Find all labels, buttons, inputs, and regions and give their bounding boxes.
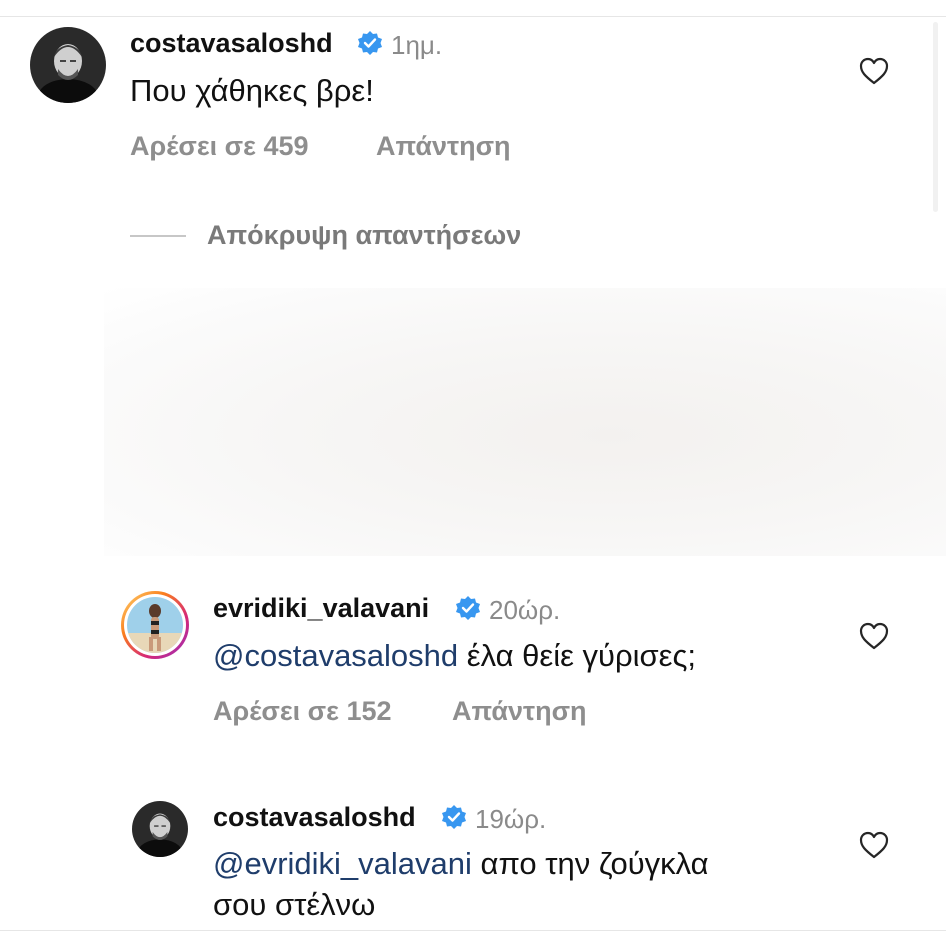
heart-outline-icon[interactable] (859, 57, 889, 85)
comment-text: @evridiki_valavani απο την ζούγκλα (213, 843, 709, 885)
mention-link[interactable]: @costavasaloshd (213, 638, 458, 673)
avatar-evridiki-valavani[interactable] (121, 591, 189, 659)
comment-text: @costavasaloshd έλα θείε γύρισες; (213, 635, 696, 677)
hide-replies-button[interactable]: Απόκρυψη απαντήσεων (207, 220, 521, 251)
comment-time: 19ώρ. (475, 804, 547, 834)
comment-likes[interactable]: Αρέσει σε 152 (213, 696, 392, 727)
reply-button[interactable]: Απάντηση (452, 696, 587, 727)
bottom-divider (0, 930, 946, 931)
reply-button[interactable]: Απάντηση (376, 131, 511, 162)
verified-badge-icon (456, 596, 480, 620)
top-divider (0, 16, 946, 17)
avatar-costavasaloshd[interactable] (132, 801, 188, 857)
comment-time: 1ημ. (391, 30, 443, 60)
hide-replies-divider (130, 235, 186, 237)
heart-outline-icon[interactable] (859, 831, 889, 859)
comment-text-body: έλα θείε γύρισες; (458, 638, 697, 673)
verified-badge-icon (442, 805, 466, 829)
comment-text-line2: σου στέλνω (213, 887, 376, 922)
comment-likes[interactable]: Αρέσει σε 459 (130, 131, 309, 162)
blurred-region (104, 288, 946, 556)
comment-username[interactable]: costavasaloshd (130, 28, 333, 59)
comment-username[interactable]: costavasaloshd (213, 802, 416, 833)
verified-badge-icon (358, 31, 382, 55)
comment-text: Που χάθηκες βρε! (130, 73, 374, 108)
mention-link[interactable]: @evridiki_valavani (213, 846, 472, 881)
heart-outline-icon[interactable] (859, 622, 889, 650)
comment-time: 20ώρ. (489, 595, 561, 625)
avatar-costavasaloshd[interactable] (30, 27, 106, 103)
comment-text-body: απο την ζούγκλα (471, 846, 709, 881)
scrollbar[interactable] (933, 22, 938, 212)
comment-username[interactable]: evridiki_valavani (213, 593, 429, 624)
